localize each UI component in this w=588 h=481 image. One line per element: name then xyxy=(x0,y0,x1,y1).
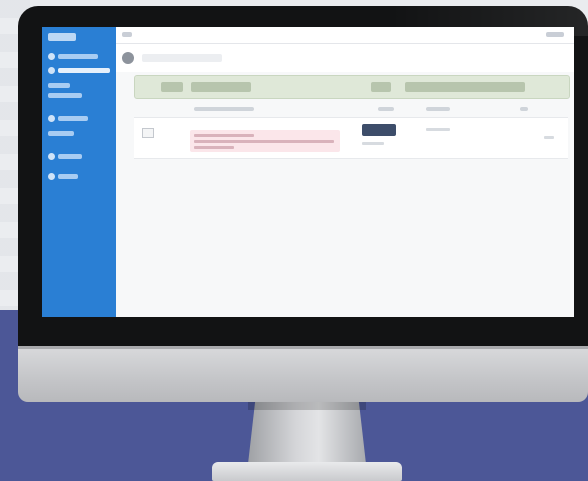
reports-icon[interactable] xyxy=(48,173,55,180)
stand-shadow xyxy=(248,402,366,410)
column-header-2[interactable] xyxy=(191,82,251,92)
app-logo xyxy=(48,33,76,41)
users-icon[interactable] xyxy=(48,115,55,122)
dashboard-icon[interactable] xyxy=(48,53,55,60)
table-row[interactable] xyxy=(134,117,568,159)
monitor-screen xyxy=(42,27,574,317)
data-table xyxy=(134,75,570,175)
sidebar-item-6[interactable] xyxy=(48,131,74,136)
subheader-text xyxy=(194,107,254,111)
sidebar-item-8[interactable] xyxy=(58,174,78,179)
row-checkbox[interactable] xyxy=(142,128,154,138)
status-badge xyxy=(362,124,396,136)
monitor-base xyxy=(212,462,402,481)
menu-icon[interactable] xyxy=(122,32,132,37)
subheader-text xyxy=(426,107,450,111)
monitor-stand xyxy=(248,402,366,464)
chin-edge xyxy=(18,346,588,349)
monitor-chin xyxy=(18,346,588,402)
row-meta xyxy=(362,142,384,145)
subheader-text xyxy=(520,107,528,111)
sidebar-item-3[interactable] xyxy=(48,83,70,88)
toolbar xyxy=(116,44,574,72)
description-line xyxy=(194,140,334,143)
row-meta xyxy=(426,128,450,131)
column-header-1[interactable] xyxy=(161,82,183,92)
sidebar-item-7[interactable] xyxy=(58,154,82,159)
app-sidebar xyxy=(42,27,116,317)
settings-icon[interactable] xyxy=(48,153,55,160)
description-line xyxy=(194,146,234,149)
column-header-3[interactable] xyxy=(371,82,391,92)
sidebar-item-2-active[interactable] xyxy=(58,68,110,73)
search-input[interactable] xyxy=(142,54,222,62)
back-arrow-icon[interactable] xyxy=(122,52,134,64)
sidebar-item-4[interactable] xyxy=(48,93,82,98)
column-header-4[interactable] xyxy=(405,82,525,92)
sidebar-item-1[interactable] xyxy=(58,54,98,59)
main-panel xyxy=(116,27,574,317)
list-icon[interactable] xyxy=(48,67,55,74)
top-bar xyxy=(116,27,574,44)
table-header xyxy=(134,75,570,99)
description-line xyxy=(194,134,254,137)
user-menu[interactable] xyxy=(546,32,564,37)
subheader-text xyxy=(378,107,394,111)
row-action[interactable] xyxy=(544,136,554,139)
sidebar-item-5[interactable] xyxy=(58,116,88,121)
